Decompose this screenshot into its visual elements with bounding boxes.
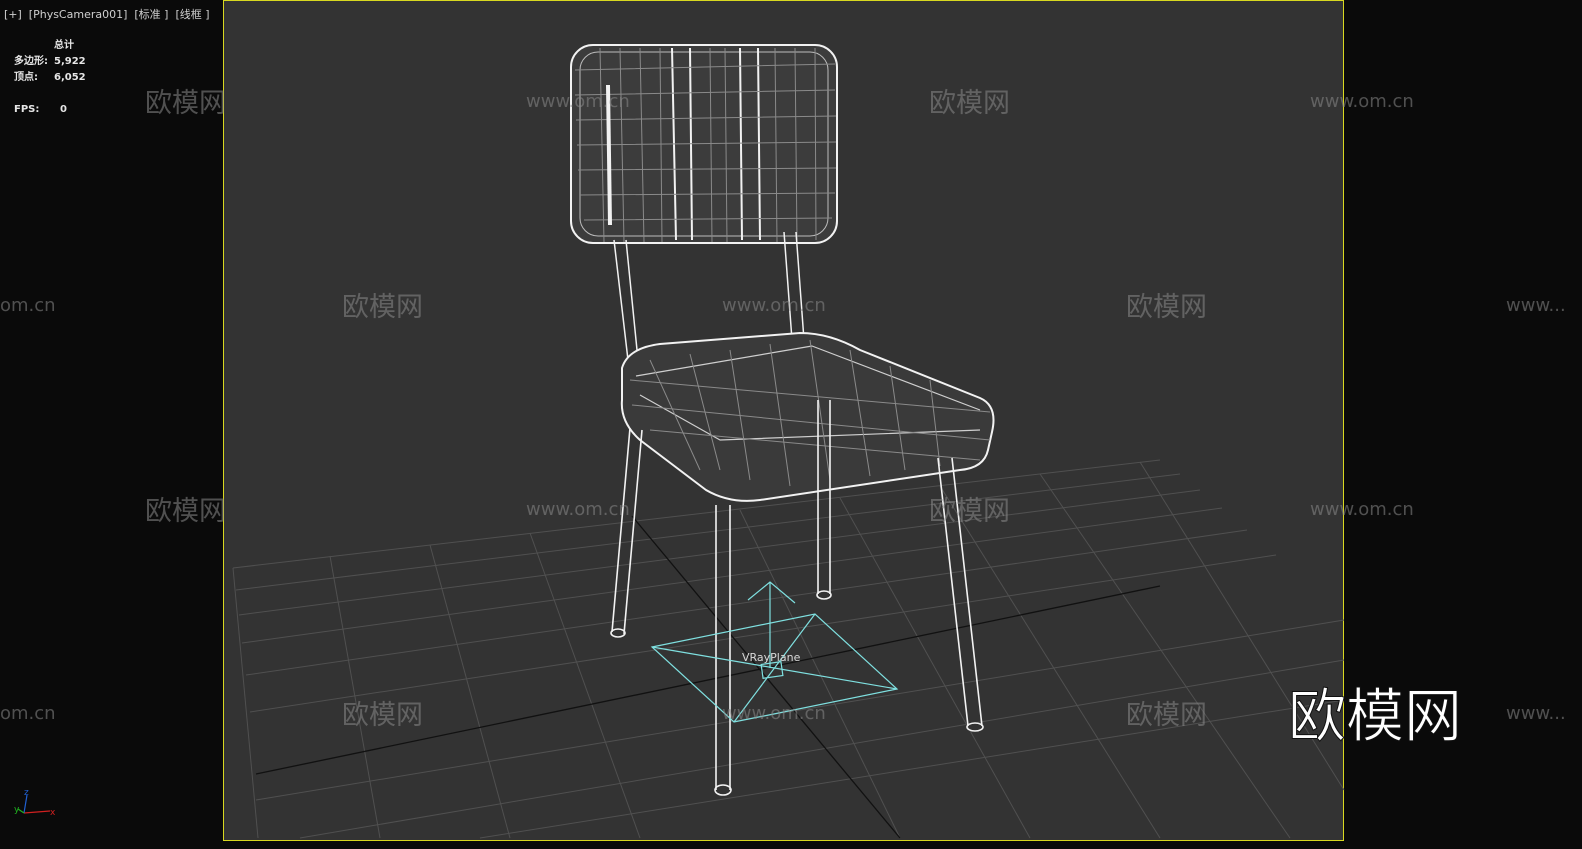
- chair-backrest: [570, 44, 838, 244]
- watermark-site-clipped: om.cn: [0, 703, 56, 724]
- watermark-brand: 欧模网: [342, 700, 423, 731]
- axis-z-label: z: [24, 788, 29, 798]
- axis-x-label: x: [50, 808, 56, 818]
- axis-y-label: y: [14, 805, 20, 815]
- watermark-site: www.om.cn: [1310, 499, 1414, 520]
- watermark-site-clipped: om.cn: [0, 295, 56, 316]
- viewport-canvas[interactable]: VRayPlane 欧模网 欧模网 欧模网 欧模网 欧模网 欧模网 欧模网 欧模…: [0, 0, 1582, 849]
- chair-seat: [620, 332, 995, 502]
- grid-axis-lines: [255, 515, 1161, 839]
- watermark-site: www.om.cn: [1310, 91, 1414, 112]
- watermark-brand: 欧模网: [1126, 292, 1207, 323]
- watermark-brand: 欧模网: [342, 292, 423, 323]
- vrayplane-gizmo[interactable]: VRayPlane: [650, 581, 899, 723]
- watermark-brand: 欧模网: [1126, 700, 1207, 731]
- watermark-site: www.om.cn: [526, 91, 630, 112]
- watermark-brand: 欧模网: [929, 496, 1010, 527]
- watermark-site-clipped: www...: [1506, 295, 1566, 316]
- watermark-logo: 欧模网: [1288, 682, 1462, 750]
- watermark-brand: 欧模网: [929, 88, 1010, 119]
- chair-wireframe[interactable]: [570, 44, 995, 796]
- watermark-brand: 欧模网: [145, 496, 226, 527]
- vrayplane-label: VRayPlane: [742, 651, 801, 664]
- watermark-site-clipped: www...: [1506, 703, 1566, 724]
- axis-gizmo: x y z: [14, 788, 56, 818]
- watermark-brand: 欧模网: [145, 88, 226, 119]
- watermark-site: www.om.cn: [722, 703, 826, 724]
- watermark-site: www.om.cn: [526, 499, 630, 520]
- watermark-site: www.om.cn: [722, 295, 826, 316]
